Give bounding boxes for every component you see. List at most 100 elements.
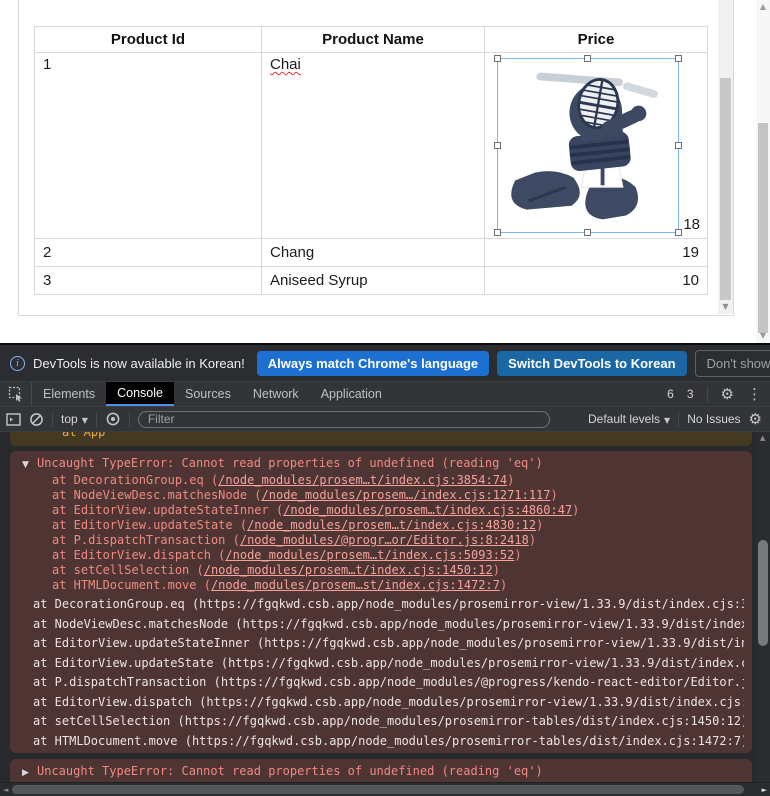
resize-handle-sw[interactable]	[494, 229, 501, 236]
raw-stack-frame: at NodeViewDesc.matchesNode (https://fgq…	[33, 615, 744, 635]
chevron-down-icon: ▼	[82, 416, 88, 425]
page-scrollbar[interactable]: ▲ ▼	[756, 0, 770, 343]
cell-price-value[interactable]: 18	[683, 216, 700, 233]
tab-elements[interactable]: Elements	[32, 382, 106, 406]
tab-application[interactable]: Application	[310, 382, 393, 406]
inspect-element-icon[interactable]	[0, 382, 32, 406]
misspelled-word[interactable]: Chai	[270, 56, 301, 73]
settings-gear-icon[interactable]: ⚙	[721, 385, 734, 403]
scroll-right-icon[interactable]: ►	[762, 786, 767, 794]
resize-handle-n[interactable]	[584, 55, 591, 62]
resize-handle-s[interactable]	[584, 229, 591, 236]
editor-scrollbar-thumb[interactable]	[720, 78, 731, 300]
page-scrollbar-thumb[interactable]	[758, 123, 768, 333]
console-horizontal-scrollbar[interactable]: ◄ ►	[0, 782, 770, 796]
clear-console-icon[interactable]	[29, 412, 44, 427]
console-warning-message: at App	[10, 432, 752, 446]
error-text: Uncaught TypeError: Cannot read properti…	[37, 456, 543, 470]
console-vertical-scrollbar[interactable]: ▲ ▼	[756, 432, 770, 796]
switch-to-korean-button[interactable]: Switch DevTools to Korean	[497, 351, 686, 376]
kendo-fighter-image[interactable]	[499, 60, 677, 231]
source-link[interactable]: /node_modules/prosem…t/index.cjs:1450:12	[204, 563, 493, 577]
header-product-name[interactable]: Product Name	[262, 27, 485, 53]
stack-frame: at setCellSelection (/node_modules/prose…	[52, 563, 744, 578]
console-settings-gear-icon[interactable]: ⚙	[749, 410, 762, 428]
log-levels-dropdown[interactable]: Default levels▼	[588, 412, 670, 426]
devtools-tabbar: Elements Console Sources Network Applica…	[0, 382, 770, 407]
raw-stack-frame: at DecorationGroup.eq (https://fgqkwd.cs…	[33, 595, 744, 615]
source-link[interactable]: /node_modules/prosem…t/index.cjs:4860:47	[283, 503, 572, 517]
raw-stack-frame: at setCellSelection (https://fgqkwd.csb.…	[33, 712, 744, 732]
divider	[678, 412, 679, 427]
header-product-id[interactable]: Product Id	[35, 27, 262, 53]
stack-frame: at NodeViewDesc.matchesNode (/node_modul…	[52, 488, 744, 503]
image-selection-box[interactable]	[497, 58, 679, 233]
table-row: 2 Chang 19	[35, 239, 708, 267]
editor-scrollbar[interactable]: ▼	[718, 0, 733, 314]
divider	[129, 412, 130, 427]
console-hscroll-thumb[interactable]	[12, 785, 744, 794]
raw-stack-frame: at EditorView.updateStateInner (https://…	[33, 634, 744, 654]
match-language-button[interactable]: Always match Chrome's language	[257, 351, 489, 376]
table-row: 1 Chai	[35, 53, 708, 239]
stack-frame: at HTMLDocument.move (/node_modules/pros…	[52, 578, 744, 593]
cell-product-id[interactable]: 1	[35, 53, 262, 239]
dont-show-again-button[interactable]: Don't show again	[695, 350, 770, 377]
more-options-icon[interactable]: ⋮	[747, 385, 762, 403]
console-messages: at App ▼Uncaught TypeError: Cannot read …	[0, 432, 756, 796]
cell-price-value[interactable]: 10	[485, 267, 708, 295]
console-toolbar: top▼ Default levels▼ No Issues ⚙	[0, 407, 770, 432]
header-price[interactable]: Price	[485, 27, 708, 53]
tab-console[interactable]: Console	[106, 382, 174, 406]
cell-product-name[interactable]: Chai	[262, 53, 485, 239]
tab-network[interactable]: Network	[242, 382, 310, 406]
cell-product-name[interactable]: Chang	[262, 239, 485, 267]
cell-price-value[interactable]: 19	[485, 239, 708, 267]
resize-handle-se[interactable]	[675, 229, 682, 236]
raw-stack-frame: at EditorView.updateState (https://fgqkw…	[33, 654, 744, 674]
scroll-down-icon[interactable]: ▼	[756, 331, 770, 341]
scroll-up-icon[interactable]: ▲	[760, 434, 765, 442]
issues-counter[interactable]: No Issues	[687, 412, 740, 426]
source-link[interactable]: /node_modules/prosem…t/index.cjs:4830:12	[247, 518, 536, 532]
screen: Product Id Product Name Price 1 Chai	[0, 0, 770, 796]
source-link[interactable]: /node_modules/prosem…st/index.cjs:1472:7	[211, 578, 500, 592]
cell-product-id[interactable]: 3	[35, 267, 262, 295]
cell-price-with-image[interactable]: 18	[485, 53, 708, 239]
console-filter-input[interactable]	[138, 411, 550, 428]
source-link[interactable]: /node_modules/prosem…t/index.cjs:5093:52	[225, 548, 514, 562]
devtools-panel: i DevTools is now available in Korean! A…	[0, 343, 770, 796]
raw-stack-frame: at P.dispatchTransaction (https://fgqkwd…	[33, 673, 744, 693]
resize-handle-w[interactable]	[494, 142, 501, 149]
cell-product-id[interactable]: 2	[35, 239, 262, 267]
source-link[interactable]: /node_modules/prosem…/index.cjs:1271:117	[262, 488, 551, 502]
scroll-left-icon[interactable]: ◄	[3, 786, 8, 794]
stack-frame: at DecorationGroup.eq (/node_modules/pro…	[52, 473, 744, 488]
tab-sources[interactable]: Sources	[174, 382, 242, 406]
stack-frame: at EditorView.dispatch (/node_modules/pr…	[52, 548, 744, 563]
devtools-language-infobar: i DevTools is now available in Korean! A…	[0, 345, 770, 382]
resize-handle-e[interactable]	[675, 142, 682, 149]
console-sidebar-icon[interactable]	[6, 413, 21, 426]
divider	[96, 412, 97, 427]
warning-count: 3	[687, 387, 694, 401]
info-icon: i	[10, 356, 25, 371]
live-expression-eye-icon[interactable]	[105, 411, 121, 427]
expand-triangle-icon[interactable]: ▶	[22, 765, 37, 781]
infobar-message: DevTools is now available in Korean!	[33, 356, 245, 371]
source-link[interactable]: /node_modules/prosem…t/index.cjs:3854:74	[218, 473, 507, 487]
cell-product-name[interactable]: Aniseed Syrup	[262, 267, 485, 295]
source-link[interactable]: /node_modules/@progr…or/Editor.js:8:2418	[240, 533, 529, 547]
console-error-message: ▼Uncaught TypeError: Cannot read propert…	[10, 451, 752, 753]
resize-handle-ne[interactable]	[675, 55, 682, 62]
error-text: Uncaught TypeError: Cannot read properti…	[37, 764, 543, 778]
context-selector[interactable]: top▼	[61, 412, 88, 426]
collapse-triangle-icon[interactable]: ▼	[22, 457, 37, 473]
scroll-up-icon[interactable]: ▲	[756, 2, 770, 12]
raw-stack-frame: at HTMLDocument.move (https://fgqkwd.csb…	[33, 732, 744, 752]
resize-handle-nw[interactable]	[494, 55, 501, 62]
product-table: Product Id Product Name Price 1 Chai	[34, 26, 708, 295]
console-vscroll-thumb[interactable]	[758, 540, 768, 646]
divider	[707, 387, 708, 402]
scroll-down-icon[interactable]: ▼	[718, 302, 733, 312]
